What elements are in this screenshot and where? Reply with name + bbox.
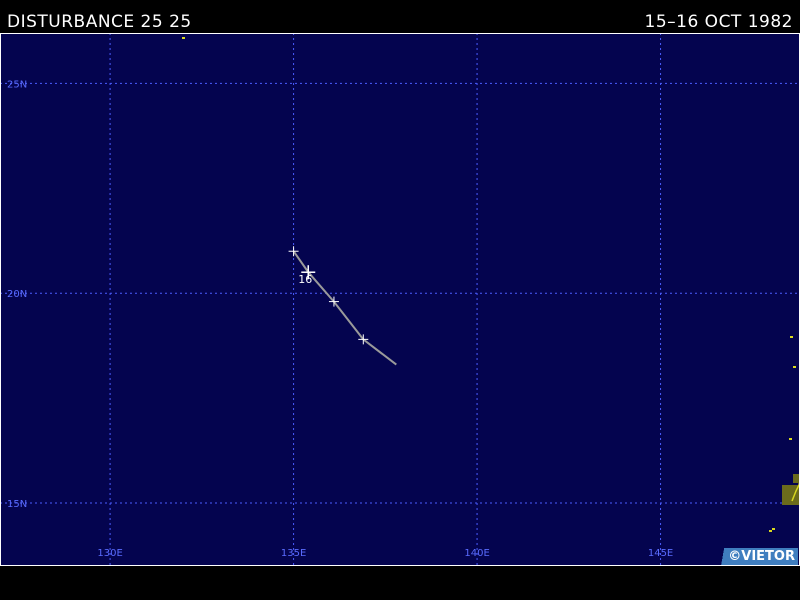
island-speck (772, 528, 775, 530)
longitude-label: 140E (464, 548, 489, 559)
date-range: 15–16 OCT 1982 (644, 12, 793, 32)
longitude-label: 130E (97, 548, 122, 559)
island-speck (182, 37, 185, 39)
latitude-label: 25N (7, 79, 27, 90)
island-speck (793, 366, 796, 368)
ocean-background (0, 33, 800, 566)
longitude-label: 135E (281, 548, 306, 559)
credit-badge: ©VIETOR (714, 548, 798, 565)
title-bar: DISTURBANCE 25 25 15–16 OCT 1982 (0, 0, 800, 33)
storm-title: DISTURBANCE 25 25 (7, 12, 192, 32)
island-speck (769, 530, 772, 532)
longitude-label: 145E (648, 548, 673, 559)
storm-track-map: 130E 135E 140E 145E 25N 20N 15N 16 (0, 33, 800, 566)
island-speck (789, 438, 792, 440)
latitude-label: 20N (7, 289, 27, 300)
island-shadow (793, 474, 800, 483)
bottom-bar (0, 566, 800, 600)
latitude-label: 15N (7, 499, 27, 510)
track-day-label: 16 (298, 273, 312, 286)
island-speck (790, 336, 793, 338)
